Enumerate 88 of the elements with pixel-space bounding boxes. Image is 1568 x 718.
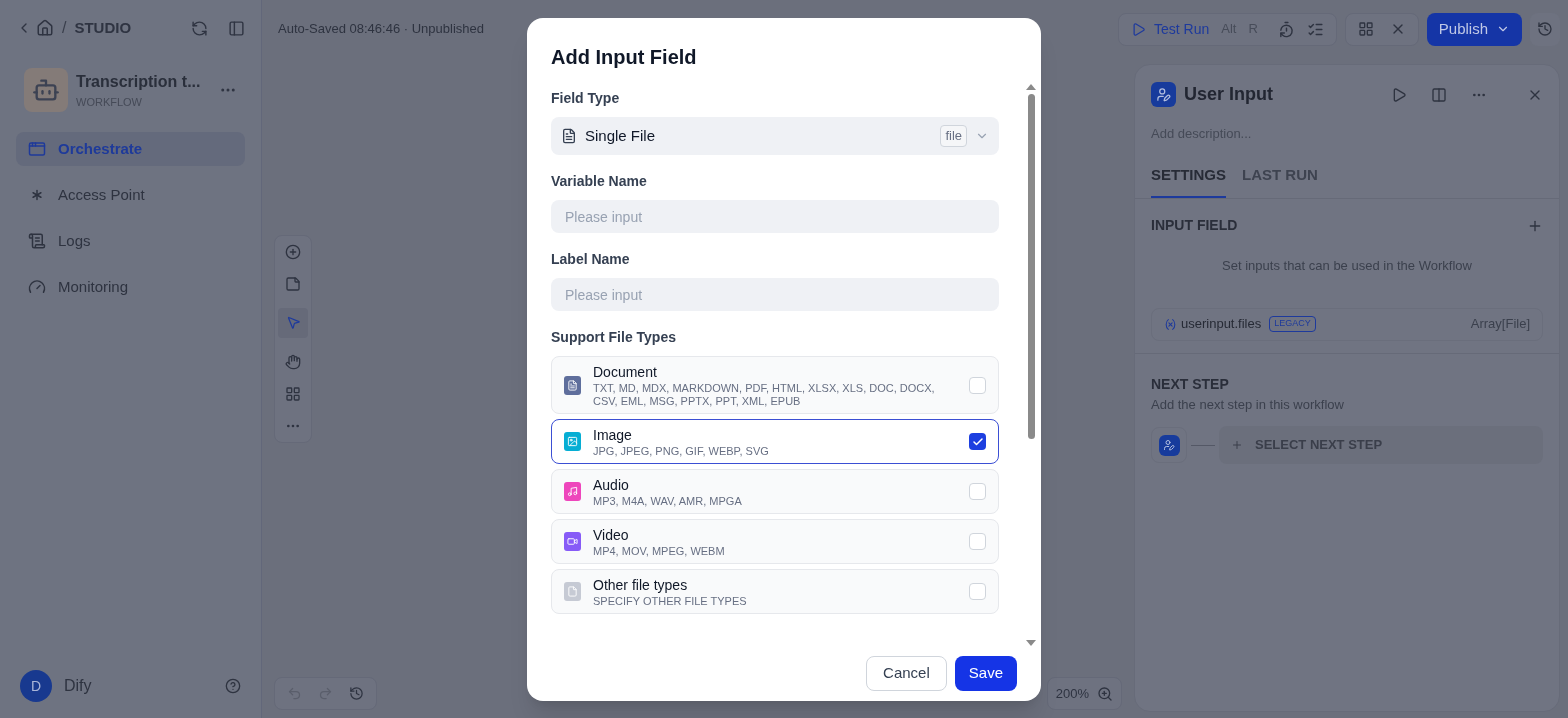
legacy-badge: LEGACY <box>1269 316 1316 332</box>
play-icon[interactable] <box>1391 86 1407 103</box>
zoom-level: 200% <box>1055 684 1089 703</box>
history-icon[interactable] <box>349 686 364 701</box>
zoom-control[interactable]: 200% <box>1046 677 1122 710</box>
note-icon[interactable] <box>285 275 301 292</box>
user-input-icon <box>1151 82 1176 107</box>
pointer-tool[interactable] <box>278 307 308 338</box>
checkbox[interactable] <box>969 433 986 450</box>
select-value: Single File <box>585 125 656 146</box>
home-icon[interactable] <box>36 19 54 37</box>
file-icon <box>564 582 581 601</box>
file-type-name: Document <box>593 363 658 382</box>
file-type-extensions: MP3, M4A, WAV, AMR, MPGA <box>593 495 743 508</box>
checkbox[interactable] <box>969 376 986 394</box>
plus-icon <box>1231 439 1243 451</box>
document-icon <box>564 375 581 395</box>
hand-icon[interactable] <box>285 353 301 370</box>
user-name: Dify <box>64 676 92 696</box>
file-type-extensions: SPECIFY OTHER FILE TYPES <box>593 595 748 608</box>
variable-name: userinput.files <box>1181 315 1262 334</box>
document-icon <box>561 128 577 144</box>
refresh-icon[interactable] <box>191 19 208 37</box>
check-icon <box>971 435 984 448</box>
dialog-title: Add Input Field <box>551 46 697 68</box>
app-name: Transcription t... <box>76 71 201 92</box>
pointer-icon <box>285 315 301 330</box>
section-title: NEXT STEP <box>1150 374 1230 394</box>
play-icon <box>1131 21 1146 37</box>
save-status: Auto-Saved 08:46:46 · Unpublished <box>278 20 484 39</box>
publish-button[interactable]: Publish <box>1426 12 1522 46</box>
add-icon[interactable] <box>285 243 301 260</box>
nav-item[interactable]: Monitoring <box>16 270 245 304</box>
video-icon <box>564 532 581 551</box>
help-icon[interactable] <box>225 678 241 694</box>
field-label: Variable Name <box>551 172 648 191</box>
clock-icon[interactable] <box>1277 20 1295 38</box>
panel-icon[interactable] <box>228 19 245 37</box>
grid-icon[interactable] <box>285 385 301 402</box>
section-title: INPUT FIELD <box>1151 216 1238 235</box>
nav-label: Orchestrate <box>58 138 143 159</box>
file-type-name: Image <box>593 426 633 445</box>
file-type-option[interactable]: Video MP4, MOV, MPEG, WEBM <box>551 519 999 564</box>
type-tag: file <box>940 125 967 147</box>
field-type-select[interactable]: Single File file <box>551 117 999 155</box>
music-icon <box>564 482 581 501</box>
panel-title: User Input <box>1184 83 1273 106</box>
checkbox[interactable] <box>969 533 986 550</box>
breadcrumb-section[interactable]: STUDIO <box>74 16 132 40</box>
cancel-button[interactable]: Cancel <box>866 656 947 691</box>
nav-item[interactable]: Logs <box>16 224 245 258</box>
file-type-extensions: JPG, JPEG, PNG, GIF, WEBP, SVG <box>593 445 770 458</box>
checkbox[interactable] <box>969 583 986 600</box>
file-type-option[interactable]: Other file types SPECIFY OTHER FILE TYPES <box>551 569 999 614</box>
file-type-extensions: TXT, MD, MDX, MARKDOWN, PDF, HTML, XLSX, XLS, DOC, DOCX, CSV, EML, MSG, PPTX, PPT, XML, EPUB <box>593 382 936 408</box>
nav-label: Logs <box>58 230 91 251</box>
history-icon <box>1537 21 1553 37</box>
file-type-name: Audio <box>593 476 630 495</box>
file-type-option[interactable]: Audio MP3, M4A, WAV, AMR, MPGA <box>551 469 999 514</box>
text-field[interactable]: Please input <box>551 278 999 311</box>
variable-icon <box>1164 317 1177 331</box>
save-button[interactable]: Save <box>954 656 1017 691</box>
file-type-name: Other file types <box>593 576 689 595</box>
checkbox[interactable] <box>969 483 986 500</box>
zoom-in-icon <box>1097 685 1113 702</box>
image-icon <box>564 432 581 451</box>
file-type-option[interactable]: Document TXT, MD, MDX, MARKDOWN, PDF, HTML, XLSX, XLS, DOC, DOCX, CSV, EML, MSG, PPTX, PPT, XML, EPUB <box>551 356 999 414</box>
file-type-extensions: MP4, MOV, MPEG, WEBM <box>593 545 726 558</box>
file-type-name: Video <box>593 526 630 545</box>
gauge-icon <box>28 278 46 296</box>
nav-label: Monitoring <box>58 276 129 297</box>
file-type-option[interactable]: Image JPG, JPEG, PNG, GIF, WEBP, SVG <box>551 419 999 464</box>
user-input-icon <box>1151 427 1187 463</box>
nav-item[interactable]: Orchestrate <box>16 132 245 166</box>
document-icon <box>28 232 46 250</box>
breadcrumb-separator: / <box>62 18 67 38</box>
nav-item[interactable]: Access Point <box>16 178 245 212</box>
text-field[interactable]: Please input <box>551 200 999 233</box>
field-label: Support File Types <box>551 328 677 347</box>
history-button[interactable] <box>1530 12 1560 46</box>
test-run-button[interactable]: Test Run <box>1131 18 1210 40</box>
nav-label: Access Point <box>58 184 145 205</box>
field-label: Field Type <box>551 89 621 108</box>
user-avatar[interactable]: D <box>20 670 52 702</box>
scrollbar[interactable] <box>1025 84 1037 646</box>
panel-tab[interactable]: SETTINGS <box>1151 163 1226 198</box>
field-label: Label Name <box>551 250 631 269</box>
window-icon <box>28 140 46 158</box>
